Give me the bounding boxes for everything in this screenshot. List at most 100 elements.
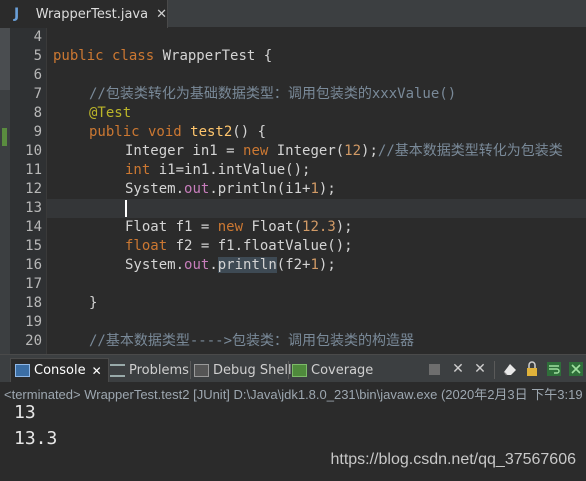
- comment: //包装类转化为基础数据类型：调用包装类的xxxValue(): [89, 86, 457, 102]
- terminate-button[interactable]: [426, 361, 442, 377]
- code-text: i1=in1.intValue();: [150, 162, 311, 178]
- keyword: public class: [53, 48, 155, 64]
- code-text: () {: [232, 124, 267, 140]
- code-text: System.: [125, 257, 185, 273]
- word-wrap-button[interactable]: [546, 361, 562, 377]
- code-text: Float f1 =: [125, 219, 218, 235]
- keyword: int: [125, 162, 151, 178]
- java-file-icon: J: [14, 6, 20, 22]
- code-line-15: float f2 = f1.floatValue();: [125, 237, 353, 256]
- change-marker: [2, 128, 7, 146]
- code-line-5: public class WrapperTest {: [53, 47, 272, 66]
- line-number: 17: [25, 276, 42, 292]
- editor-tab-title: WrapperTest.java: [35, 6, 149, 22]
- line-number: 12: [25, 181, 42, 197]
- coverage-icon: [292, 363, 307, 377]
- tab-label: Debug Shell: [213, 362, 292, 378]
- code-text: );: [361, 143, 378, 159]
- console-status-line: <terminated> WrapperTest.test2 [JUnit] D…: [4, 387, 583, 402]
- code-line-20: //基本数据类型---->包装类：调用包装类的构造器: [89, 332, 414, 351]
- class-name: WrapperTest {: [154, 48, 273, 64]
- comment: //基本数据类型转化为包装类: [377, 143, 563, 159]
- keyword: public void: [89, 124, 182, 140]
- code-line-14: Float f1 = new Float(12.3);: [125, 218, 353, 237]
- line-number: 13: [25, 200, 42, 216]
- console-output-line: 13.3: [14, 428, 58, 449]
- code-line-16: System.out.println(f2+1);: [125, 256, 336, 275]
- code-text: Integer in1 =: [125, 143, 244, 159]
- pin-console-icon: [569, 362, 583, 376]
- code-line-12: System.out.println(i1+1);: [125, 180, 336, 199]
- line-number: 7: [33, 86, 42, 102]
- stop-icon: [428, 363, 440, 375]
- close-icon[interactable]: ✕: [156, 6, 167, 22]
- console-icon: [15, 364, 30, 377]
- close-icon[interactable]: ✕: [92, 364, 102, 378]
- field-ref: out: [184, 257, 210, 273]
- code-text: .: [209, 257, 218, 273]
- remove-launch-button[interactable]: ✕: [450, 361, 466, 377]
- scroll-lock-button[interactable]: [524, 361, 540, 377]
- tab-label: Coverage: [311, 362, 374, 378]
- line-number: 16: [25, 257, 42, 273]
- line-number: 8: [33, 105, 42, 121]
- debug-shell-icon: [194, 363, 209, 377]
- code-text: Float(: [243, 219, 303, 235]
- remove-all-icon: ✕: [474, 361, 486, 377]
- scroll-lock-icon: [527, 361, 537, 376]
- line-number: 9: [33, 124, 42, 140]
- highlighted-method: println: [217, 257, 277, 273]
- remove-all-terminated-button[interactable]: ✕: [472, 361, 488, 377]
- keyword: new: [243, 143, 269, 159]
- number-literal: 1: [310, 181, 319, 197]
- line-number: 18: [25, 295, 42, 311]
- annotation: @Test: [89, 105, 132, 121]
- watermark-text: https://blog.csdn.net/qq_37567606: [330, 451, 576, 468]
- line-number-gutter: 4 5 6 7 8 9 10 11 12 13 14 15 16 17 18 1…: [10, 28, 57, 354]
- tab-console[interactable]: Console ✕: [10, 358, 109, 382]
- toolbar-separator: [494, 361, 495, 379]
- tab-separator: [288, 361, 289, 379]
- number-literal: 12.3: [302, 219, 336, 235]
- console-output-area[interactable]: <terminated> WrapperTest.test2 [JUnit] D…: [0, 382, 586, 481]
- line-number: 10: [25, 143, 42, 159]
- text-caret: [125, 200, 127, 217]
- keyword: new: [217, 219, 244, 235]
- number-literal: 12: [344, 143, 362, 159]
- code-text: );: [335, 219, 353, 235]
- console-output-line: 13: [14, 402, 36, 423]
- tab-problems[interactable]: Problems: [110, 358, 189, 382]
- pin-console-button[interactable]: [568, 361, 584, 377]
- code-editor[interactable]: public class WrapperTest { //包装类转化为基础数据类…: [47, 28, 586, 354]
- word-wrap-icon: [547, 362, 561, 376]
- code-text: );: [318, 181, 336, 197]
- tab-label: Problems: [129, 362, 189, 378]
- code-line-7: //包装类转化为基础数据类型：调用包装类的xxxValue(): [89, 85, 456, 104]
- clear-console-button[interactable]: [502, 361, 518, 377]
- line-number: 6: [33, 67, 42, 83]
- line-number: 20: [25, 333, 42, 349]
- code-line-11: int i1=in1.intValue();: [125, 161, 310, 180]
- tab-coverage[interactable]: Coverage: [292, 358, 373, 382]
- line-number: 14: [25, 219, 42, 235]
- code-line-10: Integer in1 = new Integer(12);//基本数据类型转化…: [125, 142, 563, 161]
- tab-separator: [190, 361, 191, 379]
- line-number: 19: [25, 314, 42, 330]
- keyword: float: [125, 238, 168, 254]
- closing-brace: }: [89, 295, 98, 311]
- code-text: );: [318, 257, 336, 273]
- clear-console-icon: [503, 364, 516, 376]
- line-number: 5: [33, 48, 42, 64]
- field-ref: out: [184, 181, 210, 197]
- code-line-8: @Test: [89, 104, 131, 123]
- editor-tab-wrappertest[interactable]: J WrapperTest.java ✕: [0, 0, 168, 28]
- code-line-9: public void test2() {: [89, 123, 266, 142]
- tab-debug-shell[interactable]: Debug Shell: [194, 358, 292, 382]
- line-number: 15: [25, 238, 42, 254]
- code-text: Integer(: [268, 143, 345, 159]
- remove-icon: ✕: [452, 361, 464, 377]
- code-text: f2 = f1.floatValue();: [167, 238, 353, 254]
- current-line-highlight: [47, 199, 586, 218]
- view-tab-bar: Console ✕ Problems Debug Shell Coverage …: [0, 354, 586, 382]
- method-name: test2: [181, 124, 233, 140]
